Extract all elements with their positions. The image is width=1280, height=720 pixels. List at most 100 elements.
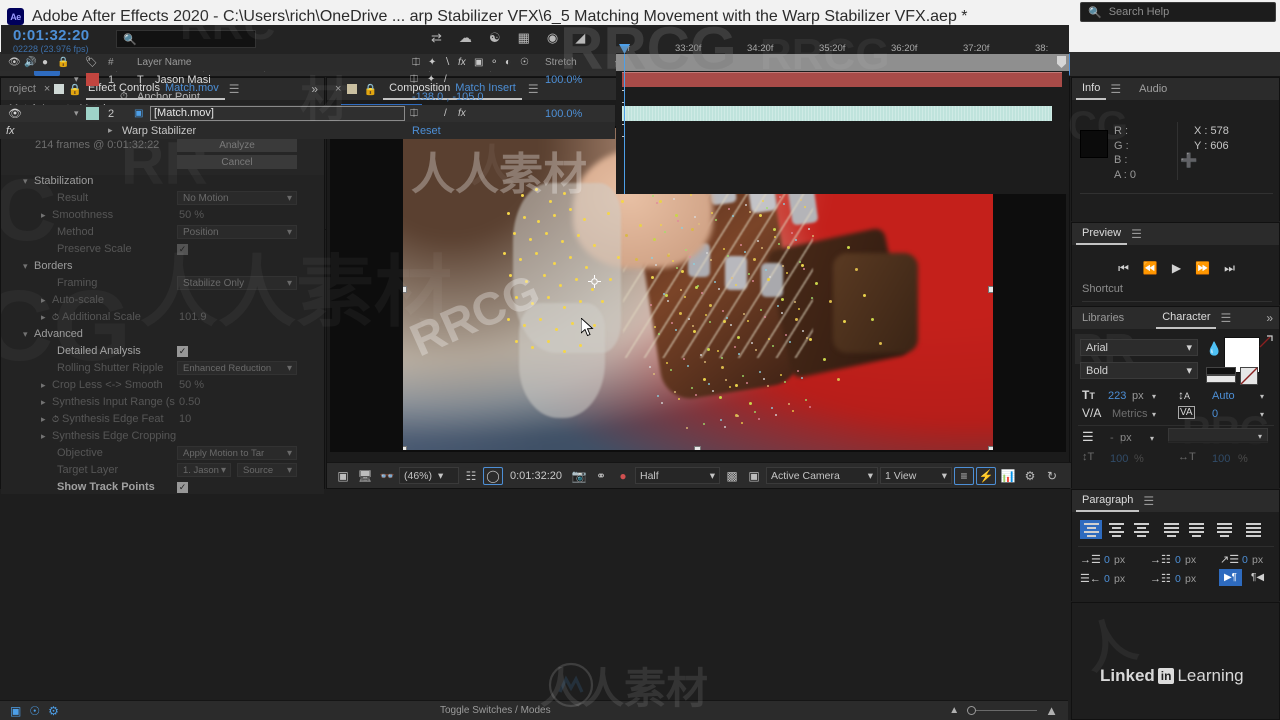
row-method[interactable]: Method Position ▾: [1, 224, 324, 241]
justify-last-right-button[interactable]: [1213, 520, 1235, 539]
track-row[interactable]: [616, 71, 1069, 88]
row-detailed-analysis[interactable]: Detailed Analysis ✓: [1, 343, 324, 360]
twirl-icon[interactable]: ▾: [23, 329, 34, 340]
panel-menu-icon[interactable]: ☰: [1131, 227, 1142, 241]
first-frame-button[interactable]: ⏮: [1118, 261, 1129, 276]
row-result[interactable]: Result No Motion ▾: [1, 190, 324, 207]
tab-paragraph[interactable]: Paragraph: [1076, 490, 1140, 512]
chevron-down-icon[interactable]: ▾: [1152, 410, 1156, 419]
eyedropper-icon[interactable]: 💧: [1206, 341, 1222, 357]
selection-handle[interactable]: [403, 286, 407, 293]
objective-dropdown[interactable]: Apply Motion to Tar ▾: [177, 446, 297, 461]
shy-icon[interactable]: ⎅: [410, 74, 418, 85]
crop-less-smooth-value[interactable]: 50 %: [179, 379, 204, 391]
indent-first-value[interactable]: 0: [1242, 554, 1248, 566]
chevron-down-icon[interactable]: ▾: [1152, 392, 1156, 401]
group-advanced[interactable]: ▾ Advanced: [1, 326, 324, 343]
twirl-icon[interactable]: ▾: [74, 108, 79, 119]
stroke-width-value[interactable]: -: [1110, 432, 1114, 444]
resolution-dropdown[interactable]: Half ▾: [635, 467, 720, 484]
region-of-interest-icon[interactable]: ◯: [483, 466, 503, 485]
track-row[interactable]: [616, 88, 1069, 105]
track-row[interactable]: [616, 122, 1069, 139]
ltr-direction-button[interactable]: ▶¶: [1219, 569, 1242, 586]
tracking-value[interactable]: 0: [1212, 408, 1218, 420]
table-row[interactable]: ▾ 1 T Jason Masi ⎅ ✦ / 100.0%: [0, 71, 615, 88]
panel-menu-icon[interactable]: ☰: [1220, 311, 1231, 325]
kerning-value[interactable]: Metrics: [1112, 408, 1147, 420]
twirl-right-icon[interactable]: ▸: [41, 397, 52, 408]
row-crop-less-smooth[interactable]: ▸ Crop Less <-> Smooth 50 %: [1, 377, 324, 394]
panel-overflow-icon[interactable]: »: [1266, 311, 1273, 325]
tab-libraries[interactable]: Libraries: [1076, 312, 1130, 324]
anchor-point-value[interactable]: -138.0 , -105.0: [412, 91, 484, 103]
zoom-in-icon[interactable]: ▲: [1045, 703, 1058, 718]
show-snapshot-icon[interactable]: ⚭: [591, 467, 611, 485]
row-smoothness[interactable]: ▸ Smoothness 50 %: [1, 207, 324, 224]
play-button[interactable]: ▶: [1172, 261, 1181, 276]
table-row[interactable]: ⏱ Anchor Point -138.0 , -105.0: [0, 88, 615, 105]
video-visibility-icon[interactable]: 👁: [8, 107, 22, 120]
monitor-icon[interactable]: 🖥: [355, 467, 375, 485]
channel-icon[interactable]: ●: [613, 467, 633, 485]
snapshot-icon[interactable]: 📷: [569, 467, 589, 485]
framing-dropdown[interactable]: Stabilize Only ▾: [177, 276, 297, 291]
zoom-out-icon[interactable]: ▲: [949, 705, 959, 716]
analyze-button[interactable]: Analyze: [177, 138, 297, 153]
row-target-layer[interactable]: Target Layer 1. Jason ▾ Source ▾: [1, 462, 324, 479]
layer-bar[interactable]: [622, 106, 1052, 121]
row-objective[interactable]: Objective Apply Motion to Tar ▾: [1, 445, 324, 462]
twirl-right-icon[interactable]: ▸: [41, 431, 52, 442]
indent-left-value[interactable]: 0: [1104, 554, 1110, 566]
timeline-ruler[interactable]: 0f 33:20f 34:20f 35:20f 36:20f 37:20f 38…: [616, 28, 1069, 69]
target-source-dropdown[interactable]: Source ▾: [237, 463, 297, 478]
twirl-right-icon[interactable]: ▸: [41, 312, 52, 323]
fast-preview-icon[interactable]: ⚡: [976, 466, 996, 485]
hide-shy-layers-icon[interactable]: ☯: [489, 30, 501, 46]
additional-scale-value[interactable]: 101.9: [179, 311, 207, 323]
panel-menu-icon[interactable]: ☰: [1110, 82, 1121, 96]
property-name[interactable]: Anchor Point: [137, 91, 200, 103]
table-row[interactable]: fx ▸ Warp Stabilizer Reset: [0, 122, 615, 139]
zoom-slider-handle[interactable]: [967, 706, 977, 715]
swap-colors-icon[interactable]: [1258, 335, 1274, 349]
effects-icon[interactable]: fx: [458, 108, 466, 119]
space-after-value[interactable]: 0: [1175, 573, 1181, 585]
composition-mini-flowchart-icon[interactable]: ⇄: [431, 30, 442, 46]
no-color-icon[interactable]: [1240, 367, 1258, 385]
row-rolling-shutter[interactable]: Rolling Shutter Ripple Enhanced Reductio…: [1, 360, 324, 377]
chevron-down-icon[interactable]: ▾: [1258, 432, 1262, 441]
tab-info[interactable]: Info: [1076, 78, 1107, 100]
layer-label-color[interactable]: [86, 73, 99, 86]
current-timecode[interactable]: 0:01:32:20: [13, 27, 89, 44]
row-auto-scale[interactable]: ▸ Auto-scale: [1, 292, 324, 309]
twirl-icon[interactable]: ▾: [23, 261, 34, 272]
twirl-right-icon[interactable]: ▸: [41, 210, 52, 221]
row-framing[interactable]: Framing Stabilize Only ▾: [1, 275, 324, 292]
last-frame-button[interactable]: ⏭: [1224, 261, 1235, 276]
selection-handle[interactable]: [403, 446, 407, 450]
row-show-track-points[interactable]: Show Track Points ✓: [1, 479, 324, 494]
layer-bar[interactable]: [622, 72, 1062, 87]
target-layer-dropdown[interactable]: 1. Jason ▾: [177, 463, 231, 478]
justify-last-center-button[interactable]: [1185, 520, 1207, 539]
table-row[interactable]: 👁 ▾ 2 ▣ [Match.mov] ⎅ / fx 100.0%: [0, 105, 615, 122]
tab-preview[interactable]: Preview: [1076, 223, 1128, 245]
group-borders[interactable]: ▾ Borders: [1, 258, 324, 275]
twirl-right-icon[interactable]: ▸: [41, 380, 52, 391]
3d-glasses-icon[interactable]: 👓: [377, 467, 397, 485]
stroke-color-swatch[interactable]: [1206, 367, 1236, 375]
justify-all-button[interactable]: [1242, 520, 1264, 539]
reset-exposure-icon[interactable]: ↻: [1042, 467, 1062, 485]
chevron-down-icon[interactable]: ▾: [1150, 434, 1154, 443]
panel-menu-icon[interactable]: ☰: [1143, 494, 1154, 508]
timeline-graph-icon[interactable]: 📊: [998, 467, 1018, 485]
rolling-shutter-dropdown[interactable]: Enhanced Reduction ▾: [177, 361, 297, 376]
collapse-icon[interactable]: ✦: [427, 74, 435, 85]
flowchart-icon[interactable]: ⚙: [1020, 467, 1040, 485]
stopwatch-icon[interactable]: ⏱: [120, 91, 128, 102]
stroke-type-dropdown[interactable]: [1168, 428, 1268, 443]
no-fill-swatch[interactable]: [1206, 375, 1236, 383]
detailed-analysis-checkbox[interactable]: ✓: [177, 345, 188, 357]
tab-character[interactable]: Character: [1156, 307, 1217, 329]
